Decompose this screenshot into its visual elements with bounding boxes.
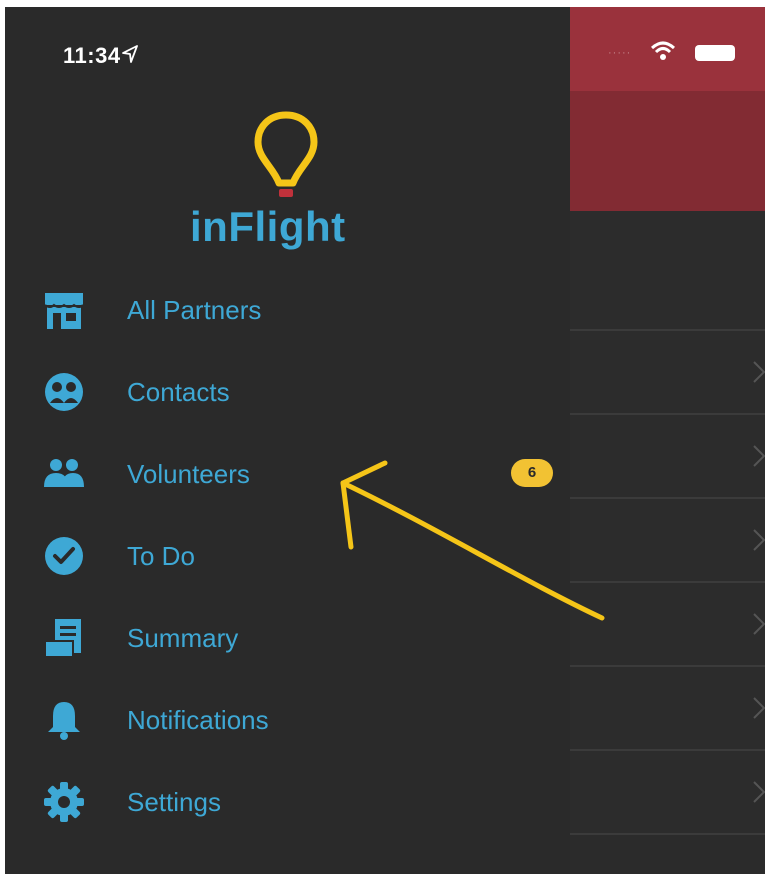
menu-item-label: Contacts bbox=[127, 377, 230, 407]
menu-item-settings[interactable]: Settings bbox=[5, 761, 570, 841]
menu-item-summary[interactable]: Summary bbox=[5, 597, 570, 677]
list-item[interactable] bbox=[570, 751, 765, 835]
location-arrow-icon bbox=[122, 45, 138, 63]
menu-item-label: All Partners bbox=[127, 295, 262, 325]
check-circle-icon bbox=[45, 537, 83, 575]
volunteers-icon bbox=[44, 459, 84, 487]
menu-item-notifications[interactable]: Notifications bbox=[5, 679, 570, 759]
signal-icon: ····· bbox=[608, 47, 632, 59]
menu-item-label: Volunteers bbox=[127, 459, 250, 489]
chevron-right-icon bbox=[753, 613, 765, 635]
list-item[interactable] bbox=[570, 331, 765, 415]
app-logo-text: inFlight bbox=[190, 203, 346, 250]
chevron-right-icon bbox=[753, 445, 765, 467]
status-time: 11:34 bbox=[63, 43, 121, 68]
status-bar-right: ····· bbox=[570, 7, 765, 91]
side-drawer: 11:34 inFlight All Partners Contacts Vol… bbox=[5, 7, 570, 874]
chevron-right-icon bbox=[753, 781, 765, 803]
menu-item-label: To Do bbox=[127, 541, 195, 571]
menu-item-contacts[interactable]: Contacts bbox=[5, 351, 570, 431]
list-item[interactable] bbox=[570, 415, 765, 499]
chevron-right-icon bbox=[753, 361, 765, 383]
menu-item-to-do[interactable]: To Do bbox=[5, 515, 570, 595]
list-item[interactable] bbox=[570, 667, 765, 751]
list-header bbox=[570, 211, 765, 331]
menu-item-label: Settings bbox=[127, 787, 221, 817]
battery-icon bbox=[695, 45, 735, 61]
chevron-right-icon bbox=[753, 529, 765, 551]
gear-icon bbox=[44, 782, 84, 822]
menu-item-volunteers[interactable]: Volunteers 6 bbox=[5, 433, 570, 513]
storefront-icon bbox=[44, 293, 84, 329]
bell-icon bbox=[48, 702, 80, 740]
logo-pin-icon bbox=[254, 111, 318, 197]
app-screen: ····· 11:34 inFlight All Partners Contac… bbox=[5, 7, 765, 874]
list-item[interactable] bbox=[570, 583, 765, 667]
menu-item-label: Notifications bbox=[127, 705, 269, 735]
wifi-icon bbox=[650, 41, 676, 60]
chevron-right-icon bbox=[753, 697, 765, 719]
navigation-bar bbox=[570, 91, 765, 211]
contacts-icon bbox=[45, 373, 83, 411]
summary-icon bbox=[44, 619, 81, 658]
menu-item-label: Summary bbox=[127, 623, 239, 653]
background-screen: ····· bbox=[570, 7, 765, 874]
list-item[interactable] bbox=[570, 499, 765, 583]
notification-badge: 6 bbox=[511, 459, 553, 487]
menu-item-all-partners[interactable]: All Partners bbox=[5, 269, 570, 349]
